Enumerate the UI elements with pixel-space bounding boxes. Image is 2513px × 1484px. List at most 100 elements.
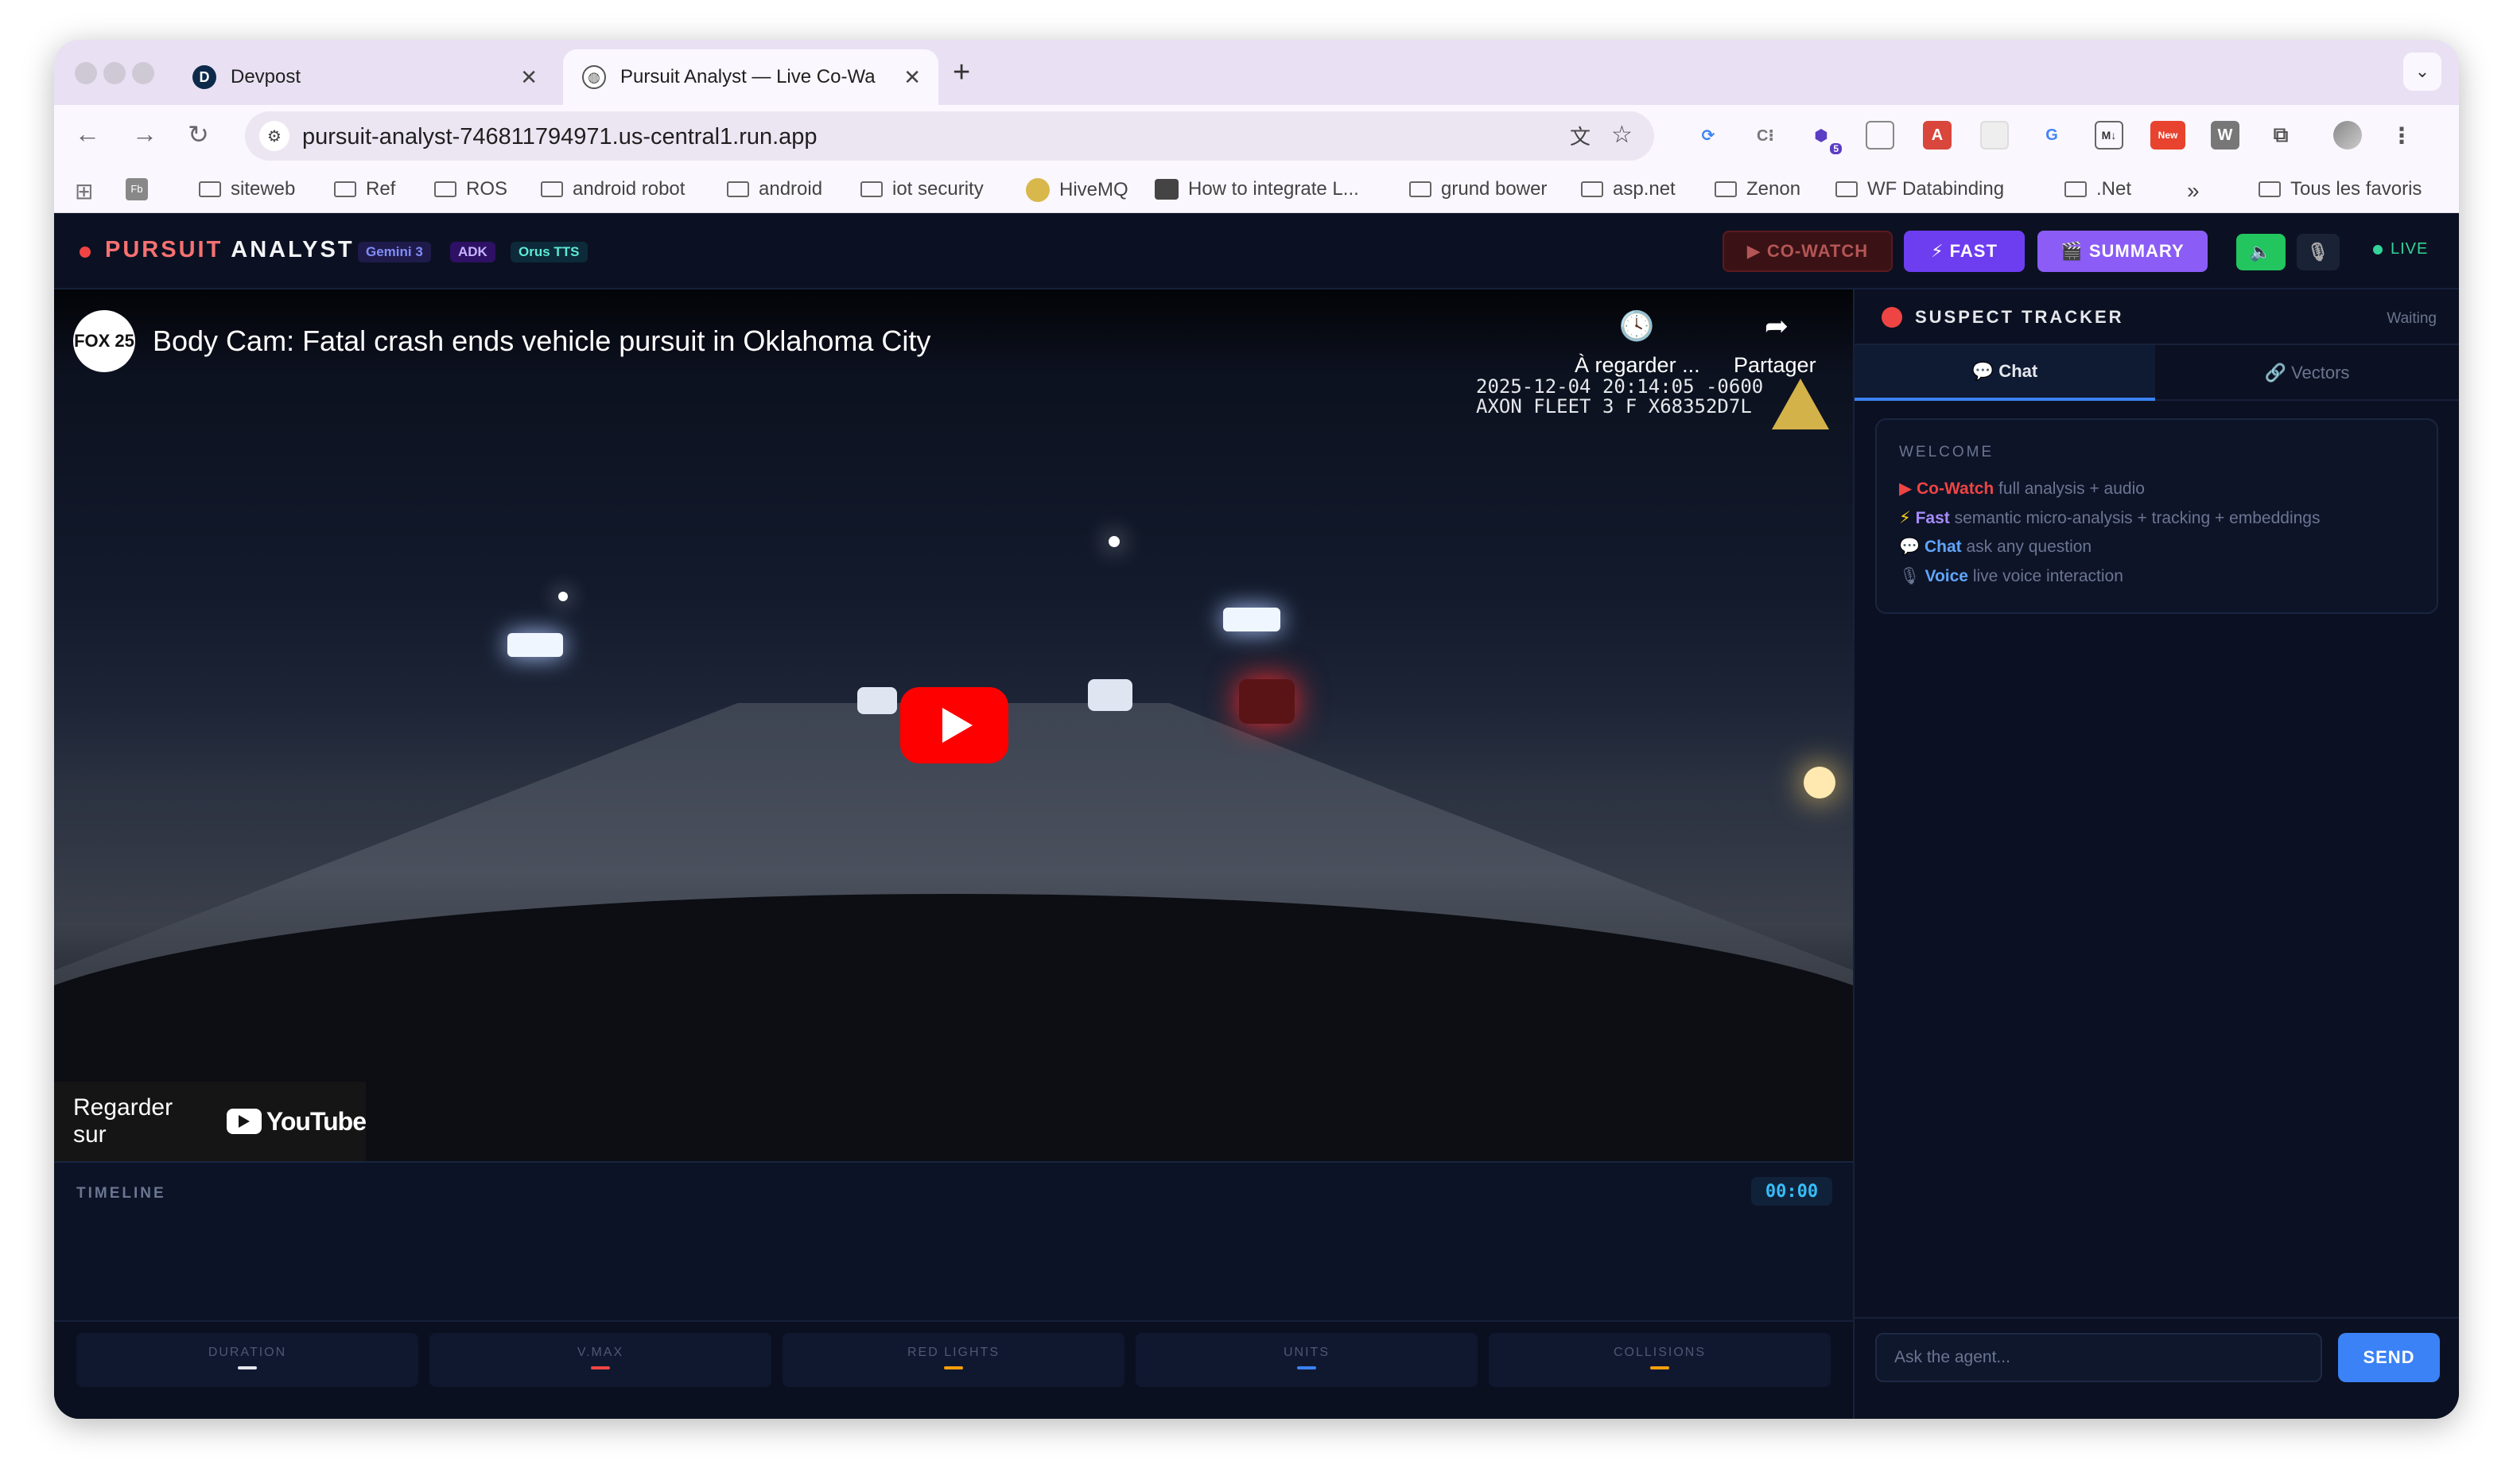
address-bar[interactable]: ⚙ pursuit-analyst-746811794971.us-centra… xyxy=(245,111,1654,161)
more-bookmarks-chevron-icon[interactable]: » xyxy=(2187,178,2200,204)
bookmark-how-to-integrate[interactable]: How to integrate L... xyxy=(1155,178,1359,200)
new-tab-button[interactable]: + xyxy=(953,56,970,90)
stat-units: UNITS xyxy=(1136,1333,1478,1387)
cowatch-button[interactable]: ▶ CO-WATCH xyxy=(1723,231,1893,272)
bookmark-wf-databinding[interactable]: WF Databinding xyxy=(1835,178,2004,200)
fast-button[interactable]: ⚡ FAST xyxy=(1904,231,2025,272)
extension-pdf-icon[interactable]: A xyxy=(1923,121,1952,150)
summary-button[interactable]: 🎬 SUMMARY xyxy=(2037,231,2208,272)
timeline-time: 00:00 xyxy=(1751,1177,1832,1206)
ask-agent-input[interactable] xyxy=(1875,1333,2322,1382)
speaker-button[interactable]: 🔈 xyxy=(2236,234,2286,270)
send-button[interactable]: SEND xyxy=(2338,1333,2440,1382)
site-info-icon[interactable]: ⚙ xyxy=(259,121,289,151)
extension-window-icon[interactable] xyxy=(1866,121,1894,150)
tab-strip: D Devpost ✕ ◍ Pursuit Analyst — Live Co-… xyxy=(54,40,2459,105)
stat-value-dash xyxy=(238,1366,257,1369)
bookmark-label: Ref xyxy=(366,178,396,200)
stat-duration: DURATION xyxy=(76,1333,418,1387)
reload-icon[interactable]: ↻ xyxy=(188,119,209,150)
welcome-feature-desc: semantic micro-analysis + tracking + emb… xyxy=(1949,509,2321,527)
tab-chat[interactable]: 💬 Chat xyxy=(1855,345,2155,401)
extension-hexagon-icon[interactable]: ⬢ 5 xyxy=(1807,121,1842,154)
chip-gemini: Gemini 3 xyxy=(358,242,431,262)
video-billboard-light xyxy=(507,633,563,657)
timeline-panel[interactable]: TIMELINE 00:00 xyxy=(54,1161,1853,1320)
bookmark-label: Zenon xyxy=(1746,178,1801,200)
watch-on-youtube-button[interactable]: Regarder sur YouTube xyxy=(54,1082,367,1161)
globe-icon: ◍ xyxy=(582,65,606,89)
extension-blank-icon[interactable] xyxy=(1980,121,2009,150)
lightning-icon: ⚡ xyxy=(1899,509,1911,527)
profile-avatar[interactable] xyxy=(2333,121,2362,150)
play-button[interactable] xyxy=(900,687,1008,763)
chat-composer: SEND xyxy=(1855,1317,2459,1419)
bookmark-all-favorites[interactable]: Tous les favoris xyxy=(2259,178,2422,200)
video-car xyxy=(857,687,897,714)
folder-icon xyxy=(1409,181,1431,197)
extension-translate-icon[interactable]: G xyxy=(2037,121,2066,150)
bookmark-android-robot[interactable]: android robot xyxy=(541,178,685,200)
bookmark-ros[interactable]: ROS xyxy=(434,178,507,200)
tab-vectors[interactable]: 🔗 Vectors xyxy=(2157,345,2457,401)
stat-label: V.MAX xyxy=(577,1346,624,1359)
bookmark-label: grund bower xyxy=(1441,178,1548,200)
tab-devpost[interactable]: D Devpost ✕ xyxy=(173,49,555,105)
tab-search-chevron-icon[interactable]: ⌄ xyxy=(2403,52,2441,91)
bookmark-dotnet[interactable]: .Net xyxy=(2064,178,2131,200)
share-label[interactable]: Partager xyxy=(1734,353,1816,378)
new-badge: New xyxy=(2158,130,2178,141)
bookmark-label: android xyxy=(759,178,823,200)
extension-markdown-icon[interactable]: M↓ xyxy=(2095,121,2123,150)
bookmark-asp-net[interactable]: asp.net xyxy=(1581,178,1676,200)
url-text[interactable]: pursuit-analyst-746811794971.us-central1… xyxy=(302,124,818,150)
channel-logo[interactable]: FOX 25 xyxy=(73,310,135,372)
translate-icon[interactable]: 文 xyxy=(1570,121,1591,150)
microphone-button[interactable]: 🎙 xyxy=(2297,234,2340,270)
bookmark-hivemq[interactable]: HiveMQ xyxy=(1026,178,1128,202)
stats-bar: DURATION V.MAX RED LIGHTS UNITS COLLISIO… xyxy=(54,1320,1853,1419)
bookmark-ref[interactable]: Ref xyxy=(334,178,395,200)
live-indicator: LIVE xyxy=(2373,240,2428,258)
extensions-puzzle-icon[interactable]: ⧉ xyxy=(2266,121,2295,150)
target-icon xyxy=(1882,307,1902,328)
bookmark-label: android robot xyxy=(573,178,686,200)
video-player[interactable]: FOX 25 Body Cam: Fatal crash ends vehicl… xyxy=(54,289,1853,1161)
browser-menu-icon[interactable]: ⋮ xyxy=(2387,121,2416,150)
bookmarks-bar: ⊞ Fb siteweb Ref ROS android robot andro… xyxy=(54,165,2459,213)
video-title[interactable]: Body Cam: Fatal crash ends vehicle pursu… xyxy=(153,324,930,358)
clock-icon[interactable]: 🕓 xyxy=(1619,309,1655,344)
devpost-icon: D xyxy=(192,65,216,89)
tab-title: Devpost xyxy=(231,66,301,87)
folder-icon xyxy=(199,181,221,197)
close-tab-icon[interactable]: ✕ xyxy=(903,65,921,90)
stat-value-dash xyxy=(591,1366,610,1369)
bookmark-star-icon[interactable]: ☆ xyxy=(1611,121,1633,149)
share-arrow-icon[interactable]: ➦ xyxy=(1759,309,1794,344)
extension-ci-icon[interactable]: C⁝ xyxy=(1751,121,1780,150)
video-headlight xyxy=(1804,767,1835,798)
extension-new-icon[interactable]: New xyxy=(2150,121,2185,150)
bookmark-iot-security[interactable]: iot security xyxy=(860,178,984,200)
zoom-window-button[interactable] xyxy=(132,62,154,84)
apps-grid-icon[interactable]: ⊞ xyxy=(75,178,93,204)
tab-pursuit-analyst[interactable]: ◍ Pursuit Analyst — Live Co-Wa ✕ xyxy=(563,49,938,105)
bookmark-zenon[interactable]: Zenon xyxy=(1715,178,1800,200)
youtube-logo: YouTube xyxy=(226,1107,367,1136)
extension-sync-icon[interactable]: ⟳ xyxy=(1694,121,1723,150)
forward-arrow-icon[interactable]: → xyxy=(132,119,157,149)
stat-value-dash xyxy=(944,1366,963,1369)
close-window-button[interactable] xyxy=(75,62,97,84)
back-arrow-icon[interactable]: ← xyxy=(75,119,100,149)
stat-collisions: COLLISIONS xyxy=(1489,1333,1831,1387)
minimize-window-button[interactable] xyxy=(103,62,126,84)
extension-w-icon[interactable]: W xyxy=(2211,121,2239,150)
bookmark-android[interactable]: android xyxy=(727,178,822,200)
watch-later-label[interactable]: À regarder ... xyxy=(1575,353,1700,378)
stat-value-dash xyxy=(1297,1366,1316,1369)
folder-icon xyxy=(2064,181,2087,197)
bookmark-grund-bower[interactable]: grund bower xyxy=(1409,178,1547,200)
bookmark-fb[interactable]: Fb xyxy=(126,178,148,200)
bookmark-siteweb[interactable]: siteweb xyxy=(199,178,295,200)
close-tab-icon[interactable]: ✕ xyxy=(520,65,538,90)
